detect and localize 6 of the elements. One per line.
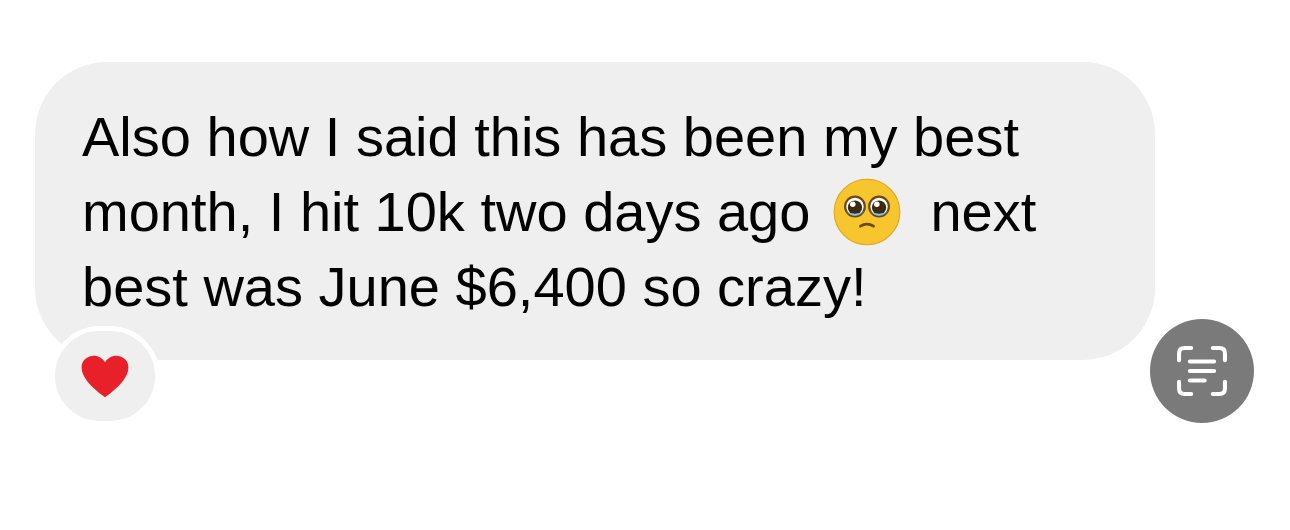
message-text: Also how I said this has been my best [82,104,1019,170]
scan-text-icon [1175,344,1229,398]
message-text: next [930,179,1037,245]
teary-face-icon [832,176,903,247]
message-text: best was June $6,400 so crazy! [82,254,867,320]
message-text: month, I hit 10k two days ago [82,179,811,245]
